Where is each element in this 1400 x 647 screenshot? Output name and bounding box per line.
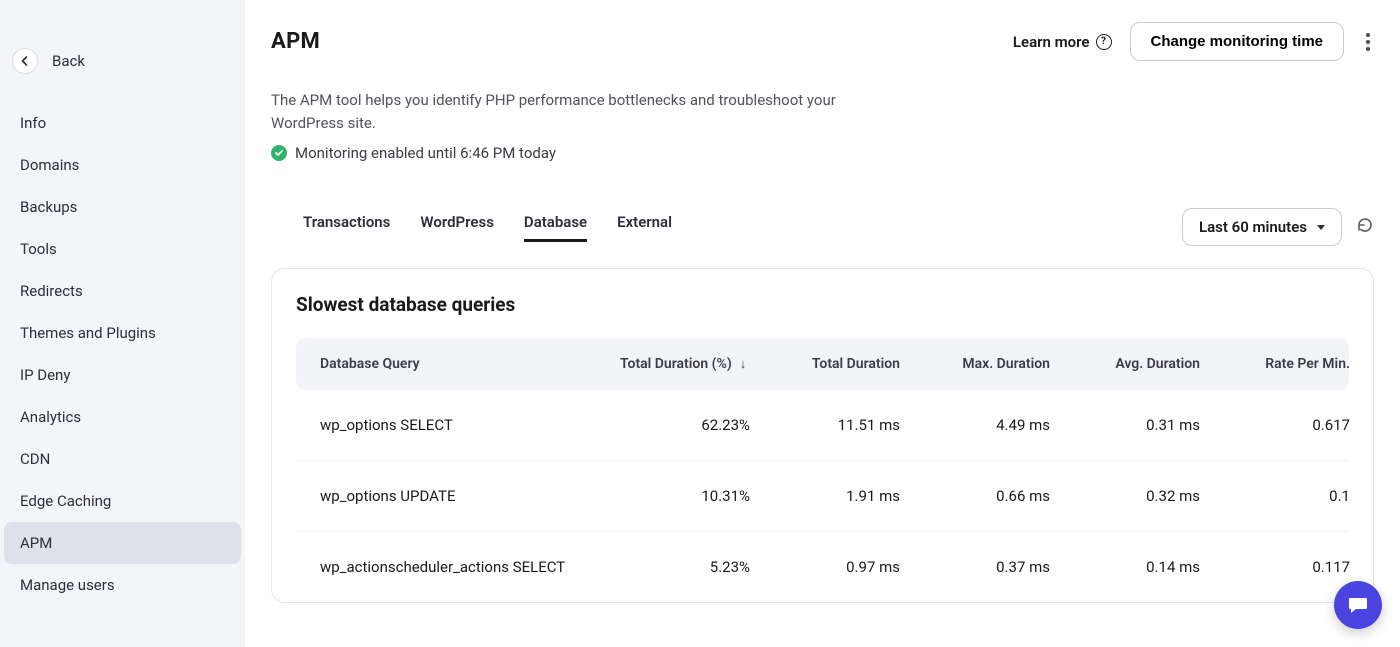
sidebar-item-backups[interactable]: Backups	[4, 186, 241, 228]
chevron-down-icon	[1317, 225, 1325, 230]
cell-max: 4.49 ms	[900, 416, 1050, 434]
sidebar-item-label: Redirects	[20, 282, 83, 300]
sidebar-item-label: Themes and Plugins	[20, 324, 156, 342]
cell-total: 11.51 ms	[750, 416, 900, 434]
help-icon: ?	[1096, 34, 1112, 50]
cell-query: wp_options SELECT	[320, 416, 620, 434]
sidebar-item-label: Domains	[20, 156, 79, 174]
cell-total: 1.91 ms	[750, 487, 900, 505]
kebab-dot-icon	[1366, 40, 1370, 44]
sidebar-item-label: APM	[20, 534, 52, 552]
table-row[interactable]: wp_options UPDATE 10.31% 1.91 ms 0.66 ms…	[296, 461, 1349, 532]
refresh-button[interactable]	[1356, 216, 1374, 238]
page-header: APM Learn more ? Change monitoring time	[271, 22, 1374, 61]
check-circle-icon	[271, 145, 287, 161]
page-title: APM	[271, 29, 320, 54]
cell-total-pct: 5.23%	[620, 558, 750, 576]
status-text: Monitoring enabled until 6:46 PM today	[295, 144, 556, 162]
sidebar-item-label: IP Deny	[20, 366, 70, 384]
sidebar-item-redirects[interactable]: Redirects	[4, 270, 241, 312]
arrow-left-icon	[19, 55, 31, 67]
kebab-dot-icon	[1366, 47, 1370, 51]
sidebar-item-themes-plugins[interactable]: Themes and Plugins	[4, 312, 241, 354]
th-total[interactable]: Total Duration	[750, 356, 900, 372]
th-label: Total Duration (%)	[620, 356, 732, 372]
time-range-label: Last 60 minutes	[1199, 218, 1307, 236]
sidebar-item-tools[interactable]: Tools	[4, 228, 241, 270]
sidebar-item-apm[interactable]: APM	[4, 522, 241, 564]
sidebar-item-label: Analytics	[20, 408, 81, 426]
monitoring-status: Monitoring enabled until 6:46 PM today	[271, 144, 1374, 162]
sidebar-item-label: CDN	[20, 450, 50, 468]
change-monitoring-label: Change monitoring time	[1151, 33, 1324, 50]
th-max[interactable]: Max. Duration	[900, 356, 1050, 372]
cell-rate: 0.617	[1200, 416, 1350, 434]
cell-rate: 0.117	[1200, 558, 1350, 576]
page-description: The APM tool helps you identify PHP perf…	[271, 89, 851, 134]
back-button[interactable]	[12, 48, 38, 74]
cell-query: wp_options UPDATE	[320, 487, 620, 505]
table-row[interactable]: wp_actionscheduler_actions SELECT 5.23% …	[296, 532, 1349, 602]
cell-total-pct: 10.31%	[620, 487, 750, 505]
sidebar-item-edge-caching[interactable]: Edge Caching	[4, 480, 241, 522]
more-menu-button[interactable]	[1362, 29, 1374, 55]
sidebar-item-domains[interactable]: Domains	[4, 144, 241, 186]
cell-rate: 0.1	[1200, 487, 1350, 505]
sidebar-item-label: Edge Caching	[20, 492, 111, 510]
chat-icon	[1346, 593, 1370, 617]
change-monitoring-button[interactable]: Change monitoring time	[1130, 22, 1345, 61]
th-rate[interactable]: Rate Per Min.	[1200, 356, 1350, 372]
sidebar-item-label: Manage users	[20, 576, 115, 594]
table-row[interactable]: wp_options SELECT 62.23% 11.51 ms 4.49 m…	[296, 390, 1349, 461]
header-actions: Learn more ? Change monitoring time	[1013, 22, 1374, 61]
kebab-dot-icon	[1366, 33, 1370, 37]
tab-label: External	[617, 213, 672, 231]
cell-avg: 0.32 ms	[1050, 487, 1200, 505]
cell-avg: 0.14 ms	[1050, 558, 1200, 576]
sidebar-item-label: Backups	[20, 198, 77, 216]
tab-database[interactable]: Database	[524, 213, 587, 242]
chat-widget-button[interactable]	[1334, 581, 1382, 629]
sidebar-item-manage-users[interactable]: Manage users	[4, 564, 241, 606]
tabs-right: Last 60 minutes	[1182, 208, 1374, 246]
cell-avg: 0.31 ms	[1050, 416, 1200, 434]
cell-max: 0.66 ms	[900, 487, 1050, 505]
cell-max: 0.37 ms	[900, 558, 1050, 576]
arrow-down-icon: ↓	[740, 356, 747, 372]
learn-more-link[interactable]: Learn more ?	[1013, 33, 1112, 51]
cell-total-pct: 62.23%	[620, 416, 750, 434]
sidebar-item-ip-deny[interactable]: IP Deny	[4, 354, 241, 396]
back-label: Back	[52, 52, 85, 70]
learn-more-label: Learn more	[1013, 33, 1090, 51]
tabs-row: Transactions WordPress Database External…	[271, 208, 1374, 246]
cell-query: wp_actionscheduler_actions SELECT	[320, 558, 620, 576]
tab-label: Database	[524, 213, 587, 231]
refresh-icon	[1356, 216, 1374, 234]
sidebar: Back Info Domains Backups Tools Redirect…	[0, 0, 245, 647]
tab-label: WordPress	[420, 213, 494, 231]
tab-external[interactable]: External	[617, 213, 672, 242]
tab-wordpress[interactable]: WordPress	[420, 213, 494, 242]
table-header: Database Query Total Duration (%) ↓ Tota…	[296, 338, 1349, 390]
sidebar-item-label: Info	[20, 114, 46, 132]
tab-label: Transactions	[303, 213, 390, 231]
slowest-queries-card: Slowest database queries Database Query …	[271, 268, 1374, 603]
tabs: Transactions WordPress Database External	[271, 213, 672, 242]
sidebar-item-cdn[interactable]: CDN	[4, 438, 241, 480]
sidebar-nav: Info Domains Backups Tools Redirects The…	[0, 102, 245, 606]
time-range-select[interactable]: Last 60 minutes	[1182, 208, 1342, 246]
cell-total: 0.97 ms	[750, 558, 900, 576]
th-query[interactable]: Database Query	[320, 356, 620, 372]
th-avg[interactable]: Avg. Duration	[1050, 356, 1200, 372]
sidebar-item-analytics[interactable]: Analytics	[4, 396, 241, 438]
tab-transactions[interactable]: Transactions	[303, 213, 390, 242]
back-row: Back	[0, 0, 245, 102]
th-total-pct[interactable]: Total Duration (%) ↓	[620, 356, 750, 372]
card-title: Slowest database queries	[296, 293, 1349, 316]
main-content: APM Learn more ? Change monitoring time …	[245, 0, 1400, 647]
sidebar-item-label: Tools	[20, 240, 57, 258]
sidebar-item-info[interactable]: Info	[4, 102, 241, 144]
